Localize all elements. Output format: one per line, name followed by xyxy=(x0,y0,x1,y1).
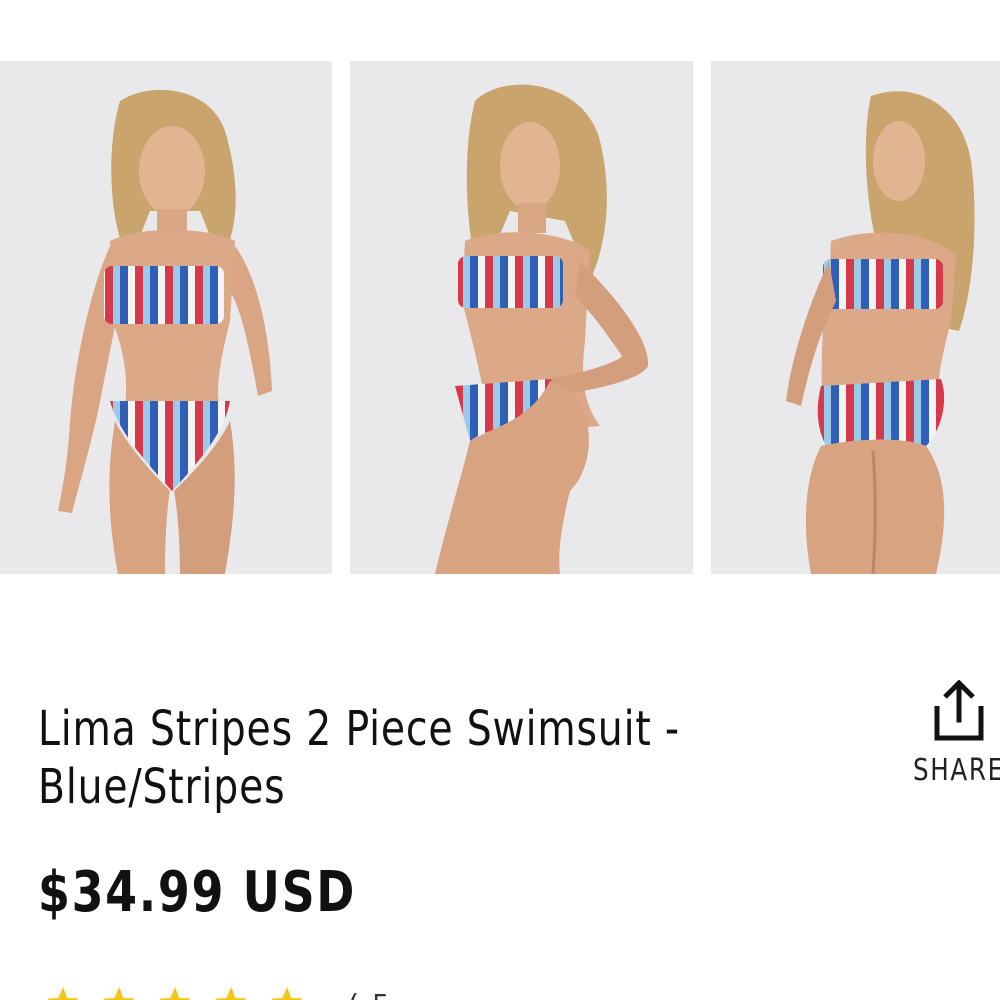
product-title: Lima Stripes 2 Piece Swimsuit - Blue/Str… xyxy=(38,701,680,815)
star-icon xyxy=(47,987,79,1000)
rating-count[interactable]: ( 5 xyxy=(348,988,392,1000)
product-price: $34.99 USD xyxy=(38,860,357,925)
star-icon xyxy=(215,987,247,1000)
star-icon xyxy=(103,987,135,1000)
star-icon xyxy=(159,987,191,1000)
model-front-illustration xyxy=(0,61,332,574)
model-side-illustration xyxy=(350,61,693,574)
product-page: Lima Stripes 2 Piece Swimsuit - Blue/Str… xyxy=(0,0,1000,1000)
star-icon xyxy=(271,987,303,1000)
share-icon xyxy=(934,680,984,741)
model-back-illustration xyxy=(711,61,1000,574)
product-image-side[interactable] xyxy=(350,61,693,574)
product-image-back[interactable] xyxy=(711,61,1000,574)
share-button[interactable]: SHARE xyxy=(905,680,1000,788)
share-label: SHARE xyxy=(913,753,1000,788)
product-image-front[interactable] xyxy=(0,61,332,574)
rating-stars[interactable] xyxy=(45,986,305,1000)
product-image-gallery xyxy=(0,61,1000,574)
